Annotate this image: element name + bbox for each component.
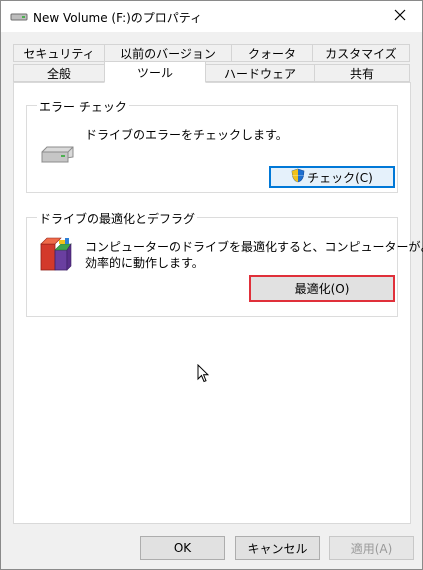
error-check-group-label: エラー チェック <box>37 98 129 115</box>
optimize-group-label: ドライブの最適化とデフラグ <box>37 210 198 227</box>
tab-security[interactable]: セキュリティ <box>13 44 105 62</box>
cancel-button[interactable]: キャンセル <box>235 536 320 560</box>
uac-shield-icon <box>291 168 305 186</box>
tab-tools[interactable]: ツール <box>104 61 206 83</box>
check-button-label: チェック(C) <box>307 170 373 185</box>
tab-previous-versions[interactable]: 以前のバージョン <box>104 44 232 62</box>
close-button[interactable] <box>378 1 422 32</box>
check-button[interactable]: チェック(C) <box>269 166 395 188</box>
hard-drive-icon <box>39 146 75 167</box>
tab-hardware[interactable]: ハードウェア <box>205 64 315 82</box>
tab-sharing[interactable]: 共有 <box>314 64 410 82</box>
tab-quota[interactable]: クォータ <box>231 44 313 62</box>
tab-general[interactable]: 全般 <box>13 64 105 82</box>
error-check-description: ドライブのエラーをチェックします。 <box>85 128 288 142</box>
apply-button[interactable]: 適用(A) <box>329 536 414 560</box>
optimize-description-line2: 効率的に動作します。 <box>85 256 204 270</box>
mouse-cursor-icon <box>197 363 210 387</box>
optimize-group: ドライブの最適化とデフラグ コンピューターのドライブを最適化すると、コンピュータ… <box>26 210 423 317</box>
tools-tab-panel: エラー チェック ドライブのエラーをチェックします。 チェック(C) ドライブの… <box>13 82 423 524</box>
properties-dialog: New Volume (F:)のプロパティ セキュリティ 以前のバージョン クォ… <box>0 0 423 570</box>
drive-icon <box>10 11 28 21</box>
defrag-icon <box>39 236 73 275</box>
window-title: New Volume (F:)のプロパティ <box>33 11 203 25</box>
optimize-button[interactable]: 最適化(O) <box>249 275 395 302</box>
optimize-description-line1: コンピューターのドライブを最適化すると、コンピューターがより <box>85 240 423 254</box>
title-bar[interactable]: New Volume (F:)のプロパティ <box>1 1 422 32</box>
close-icon <box>394 9 406 24</box>
ok-button[interactable]: OK <box>140 536 225 560</box>
error-check-group: エラー チェック ドライブのエラーをチェックします。 チェック(C) <box>26 98 398 193</box>
tab-customize[interactable]: カスタマイズ <box>312 44 410 62</box>
